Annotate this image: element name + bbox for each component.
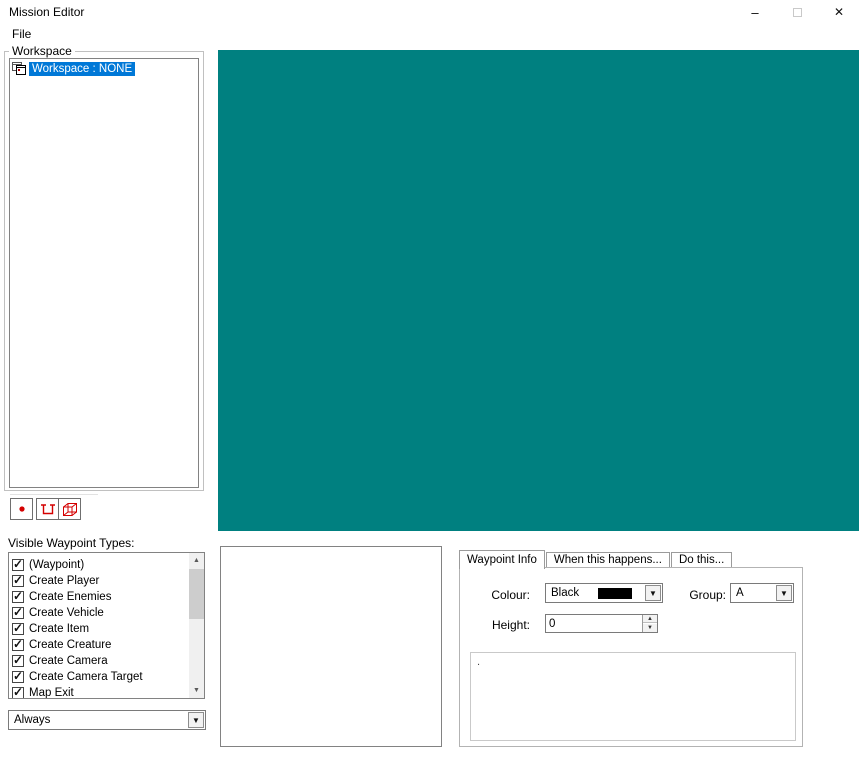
visible-waypoint-types-label: Visible Waypoint Types: (8, 536, 135, 550)
workspace-icon (12, 62, 26, 75)
waypoint-type-row[interactable]: Create Vehicle (9, 605, 189, 621)
close-icon: ✕ (833, 5, 845, 19)
waypoint-type-row[interactable]: Create Item (9, 621, 189, 637)
waypoint-type-label: Map Exit (29, 687, 74, 699)
waypoint-type-row[interactable]: Create Camera (9, 653, 189, 669)
group-value: A (736, 587, 744, 599)
tree-item-workspace[interactable]: Workspace : NONE (12, 60, 198, 77)
always-dropdown[interactable]: Always ▼ (8, 710, 206, 730)
height-spinner: ▲ ▼ (642, 615, 657, 632)
tab-do-this[interactable]: Do this... (670, 552, 733, 568)
scroll-up-button[interactable]: ▲ (189, 553, 204, 568)
waypoint-type-label: Create Creature (29, 639, 112, 651)
vertical-scrollbar[interactable]: ▲ ▼ (189, 553, 204, 698)
height-label: Height: (491, 618, 530, 632)
height-spinner-up-button[interactable]: ▲ (643, 615, 657, 623)
height-field: ▲ ▼ (545, 614, 658, 633)
spinner-down-icon: ▼ (647, 625, 653, 631)
checkbox-checked-icon[interactable] (12, 557, 24, 571)
waypoint-type-row[interactable]: Create Camera Target (9, 669, 189, 685)
height-input[interactable] (546, 615, 642, 632)
colour-label: Colour: (491, 588, 530, 602)
checkbox-checked-icon[interactable] (12, 685, 24, 698)
waypoint-type-row[interactable]: Create Player (9, 573, 189, 589)
colour-dropdown[interactable]: Black ▼ (545, 583, 663, 603)
waypoint-note-text: . (477, 656, 481, 668)
viewport-canvas[interactable] (218, 50, 859, 531)
waypoint-list-box[interactable] (220, 546, 442, 747)
down-arrow-icon: ▼ (193, 687, 200, 694)
waypoint-type-label: Create Camera (29, 655, 108, 667)
menu-item-file[interactable]: File (8, 25, 35, 43)
waypoint-types-rows: (Waypoint) Create Player Create Enemies … (9, 553, 189, 699)
group-dropdown[interactable]: A ▼ (730, 583, 794, 603)
cube-icon (62, 502, 78, 517)
waypoint-tool-button[interactable] (36, 498, 59, 520)
waypoint-type-label: Create Player (29, 575, 100, 587)
maximize-icon (792, 7, 802, 17)
window-titlebar: Mission Editor – ✕ (0, 0, 860, 24)
tab-when-this-happens[interactable]: When this happens... (545, 552, 670, 568)
checkbox-checked-icon[interactable] (12, 637, 24, 651)
checkbox-checked-icon[interactable] (12, 605, 24, 619)
window-title: Mission Editor (9, 5, 85, 19)
minimize-icon: – (751, 4, 759, 20)
scroll-down-button[interactable]: ▼ (189, 683, 204, 698)
waypoint-info-panel: Colour: Black ▼ Group: A ▼ Height: ▲ ▼ . (459, 567, 803, 747)
waypoint-type-row[interactable]: Create Creature (9, 637, 189, 653)
dropdown-arrow-icon[interactable]: ▼ (188, 712, 204, 728)
checkbox-checked-icon[interactable] (12, 573, 24, 587)
height-spinner-down-button[interactable]: ▼ (643, 624, 657, 632)
waypoint-type-label: Create Item (29, 623, 90, 635)
group-dropdown-arrow-icon[interactable]: ▼ (776, 585, 792, 601)
tree-toolbar (10, 494, 98, 520)
checkbox-checked-icon[interactable] (12, 669, 24, 683)
waypoint-type-label: Create Vehicle (29, 607, 104, 619)
red-dot-icon (17, 504, 27, 514)
colour-value: Black (551, 587, 580, 599)
up-arrow-icon: ▲ (193, 557, 200, 564)
checkbox-checked-icon[interactable] (12, 653, 24, 667)
checkbox-checked-icon[interactable] (12, 589, 24, 603)
spinner-up-icon: ▲ (647, 615, 653, 622)
waypoint-type-label: Create Enemies (29, 591, 112, 603)
waypoint-type-row[interactable]: Map Exit (9, 685, 189, 699)
waypoint-note-box[interactable]: . (470, 652, 796, 741)
menu-bar: File (0, 24, 860, 44)
scroll-thumb[interactable] (189, 569, 204, 619)
waypoint-type-label: (Waypoint) (29, 559, 85, 571)
group-label: Group: (689, 588, 726, 602)
tab-bar: Waypoint Info When this happens... Do th… (459, 549, 733, 569)
workspace-group-label: Workspace (9, 44, 75, 58)
tree-item-label: Workspace : NONE (29, 61, 136, 76)
checkbox-checked-icon[interactable] (12, 621, 24, 635)
colour-swatch (598, 588, 632, 599)
always-dropdown-value: Always (14, 714, 51, 726)
colour-dropdown-arrow-icon[interactable]: ▼ (645, 585, 661, 601)
waypoint-types-list[interactable]: (Waypoint) Create Player Create Enemies … (8, 552, 205, 699)
tab-waypoint-info[interactable]: Waypoint Info (459, 550, 545, 569)
waypoint-type-row[interactable]: Create Enemies (9, 589, 189, 605)
waypoint-type-row[interactable]: (Waypoint) (9, 557, 189, 573)
minimize-button[interactable]: – (734, 0, 776, 24)
box-tool-button[interactable] (58, 498, 81, 520)
maximize-button[interactable] (776, 0, 818, 24)
waypoint-type-label: Create Camera Target (29, 671, 143, 683)
dot-tool-button[interactable] (10, 498, 33, 520)
workspace-tree[interactable]: Workspace : NONE (9, 58, 199, 488)
waypoint-rect-icon (40, 503, 56, 516)
close-button[interactable]: ✕ (818, 0, 860, 24)
